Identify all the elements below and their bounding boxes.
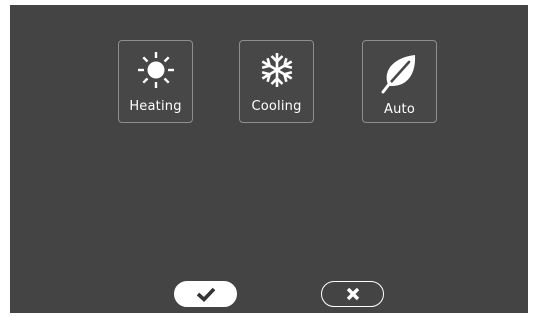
checkmark-icon [195,286,217,302]
snowflake-icon [240,41,313,99]
auto-label: Auto [384,102,415,117]
auto-mode-button[interactable]: Auto [362,40,437,123]
cooling-mode-button[interactable]: Cooling [239,40,314,123]
heating-mode-button[interactable]: Heating [118,40,193,123]
cooling-label: Cooling [251,99,302,114]
confirm-button[interactable] [174,281,237,307]
leaf-icon [363,44,436,102]
heating-label: Heating [129,99,182,114]
sun-icon [119,41,192,99]
close-icon [345,286,361,302]
cancel-button[interactable] [321,281,384,307]
thermostat-screen: Heating Cooling Auto [10,5,528,313]
